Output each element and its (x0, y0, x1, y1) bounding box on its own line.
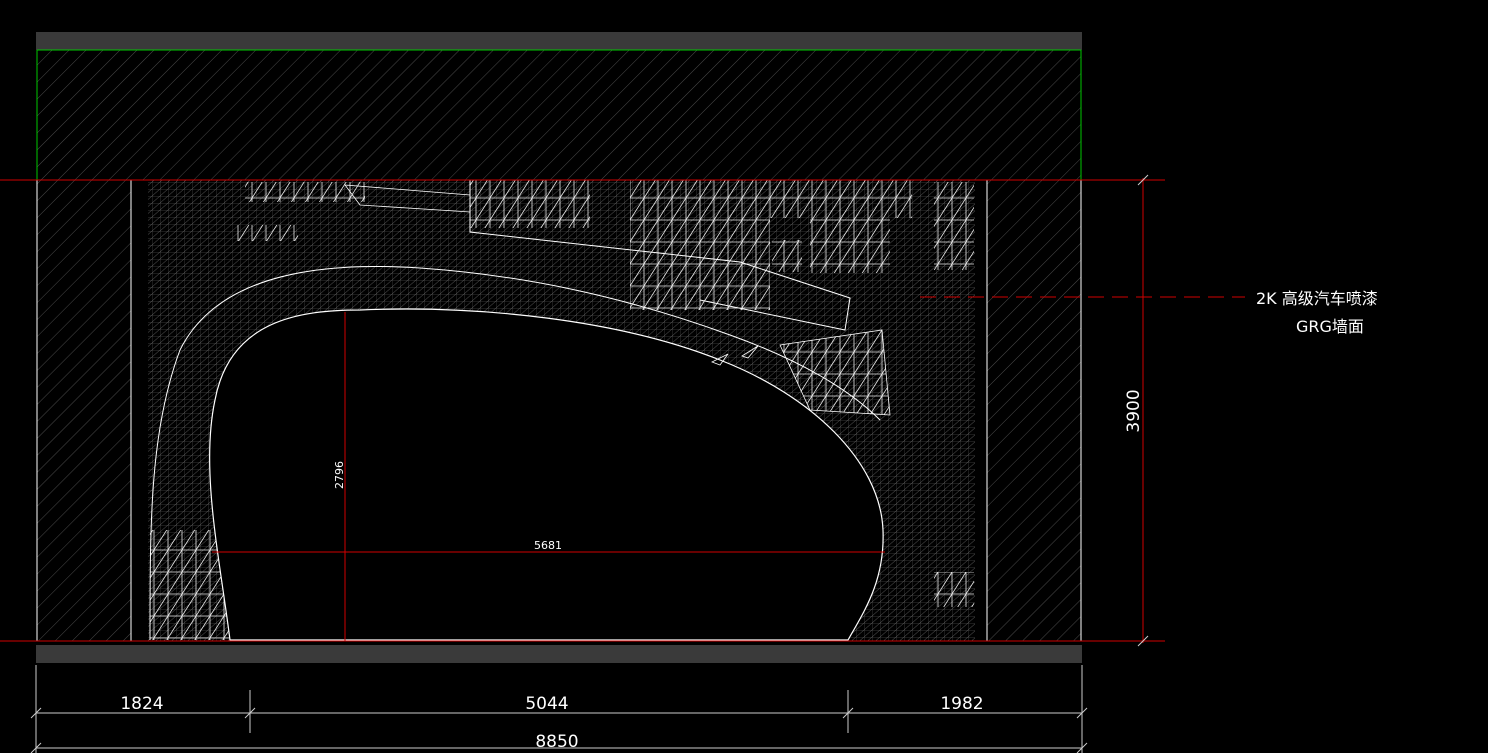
dim-middle: 5044 (525, 694, 568, 714)
material-note-line2: GRG墙面 (1296, 317, 1364, 336)
dim-right: 1982 (940, 694, 983, 714)
cad-drawing: 1824 5044 1982 8850 3900 2796 5681 2K 高级… (0, 32, 1378, 753)
dim-inner-width: 5681 (534, 539, 562, 552)
material-note-line1: 2K 高级汽车喷漆 (1256, 289, 1378, 308)
dim-total: 8850 (535, 732, 578, 752)
bottom-slab (36, 645, 1082, 663)
hatched-ceiling (37, 50, 1081, 180)
dim-inner-height: 2796 (333, 461, 346, 489)
top-slab (36, 32, 1082, 50)
dim-left: 1824 (120, 694, 163, 714)
mesh-wall (148, 180, 975, 641)
dim-height: 3900 (1124, 389, 1144, 432)
